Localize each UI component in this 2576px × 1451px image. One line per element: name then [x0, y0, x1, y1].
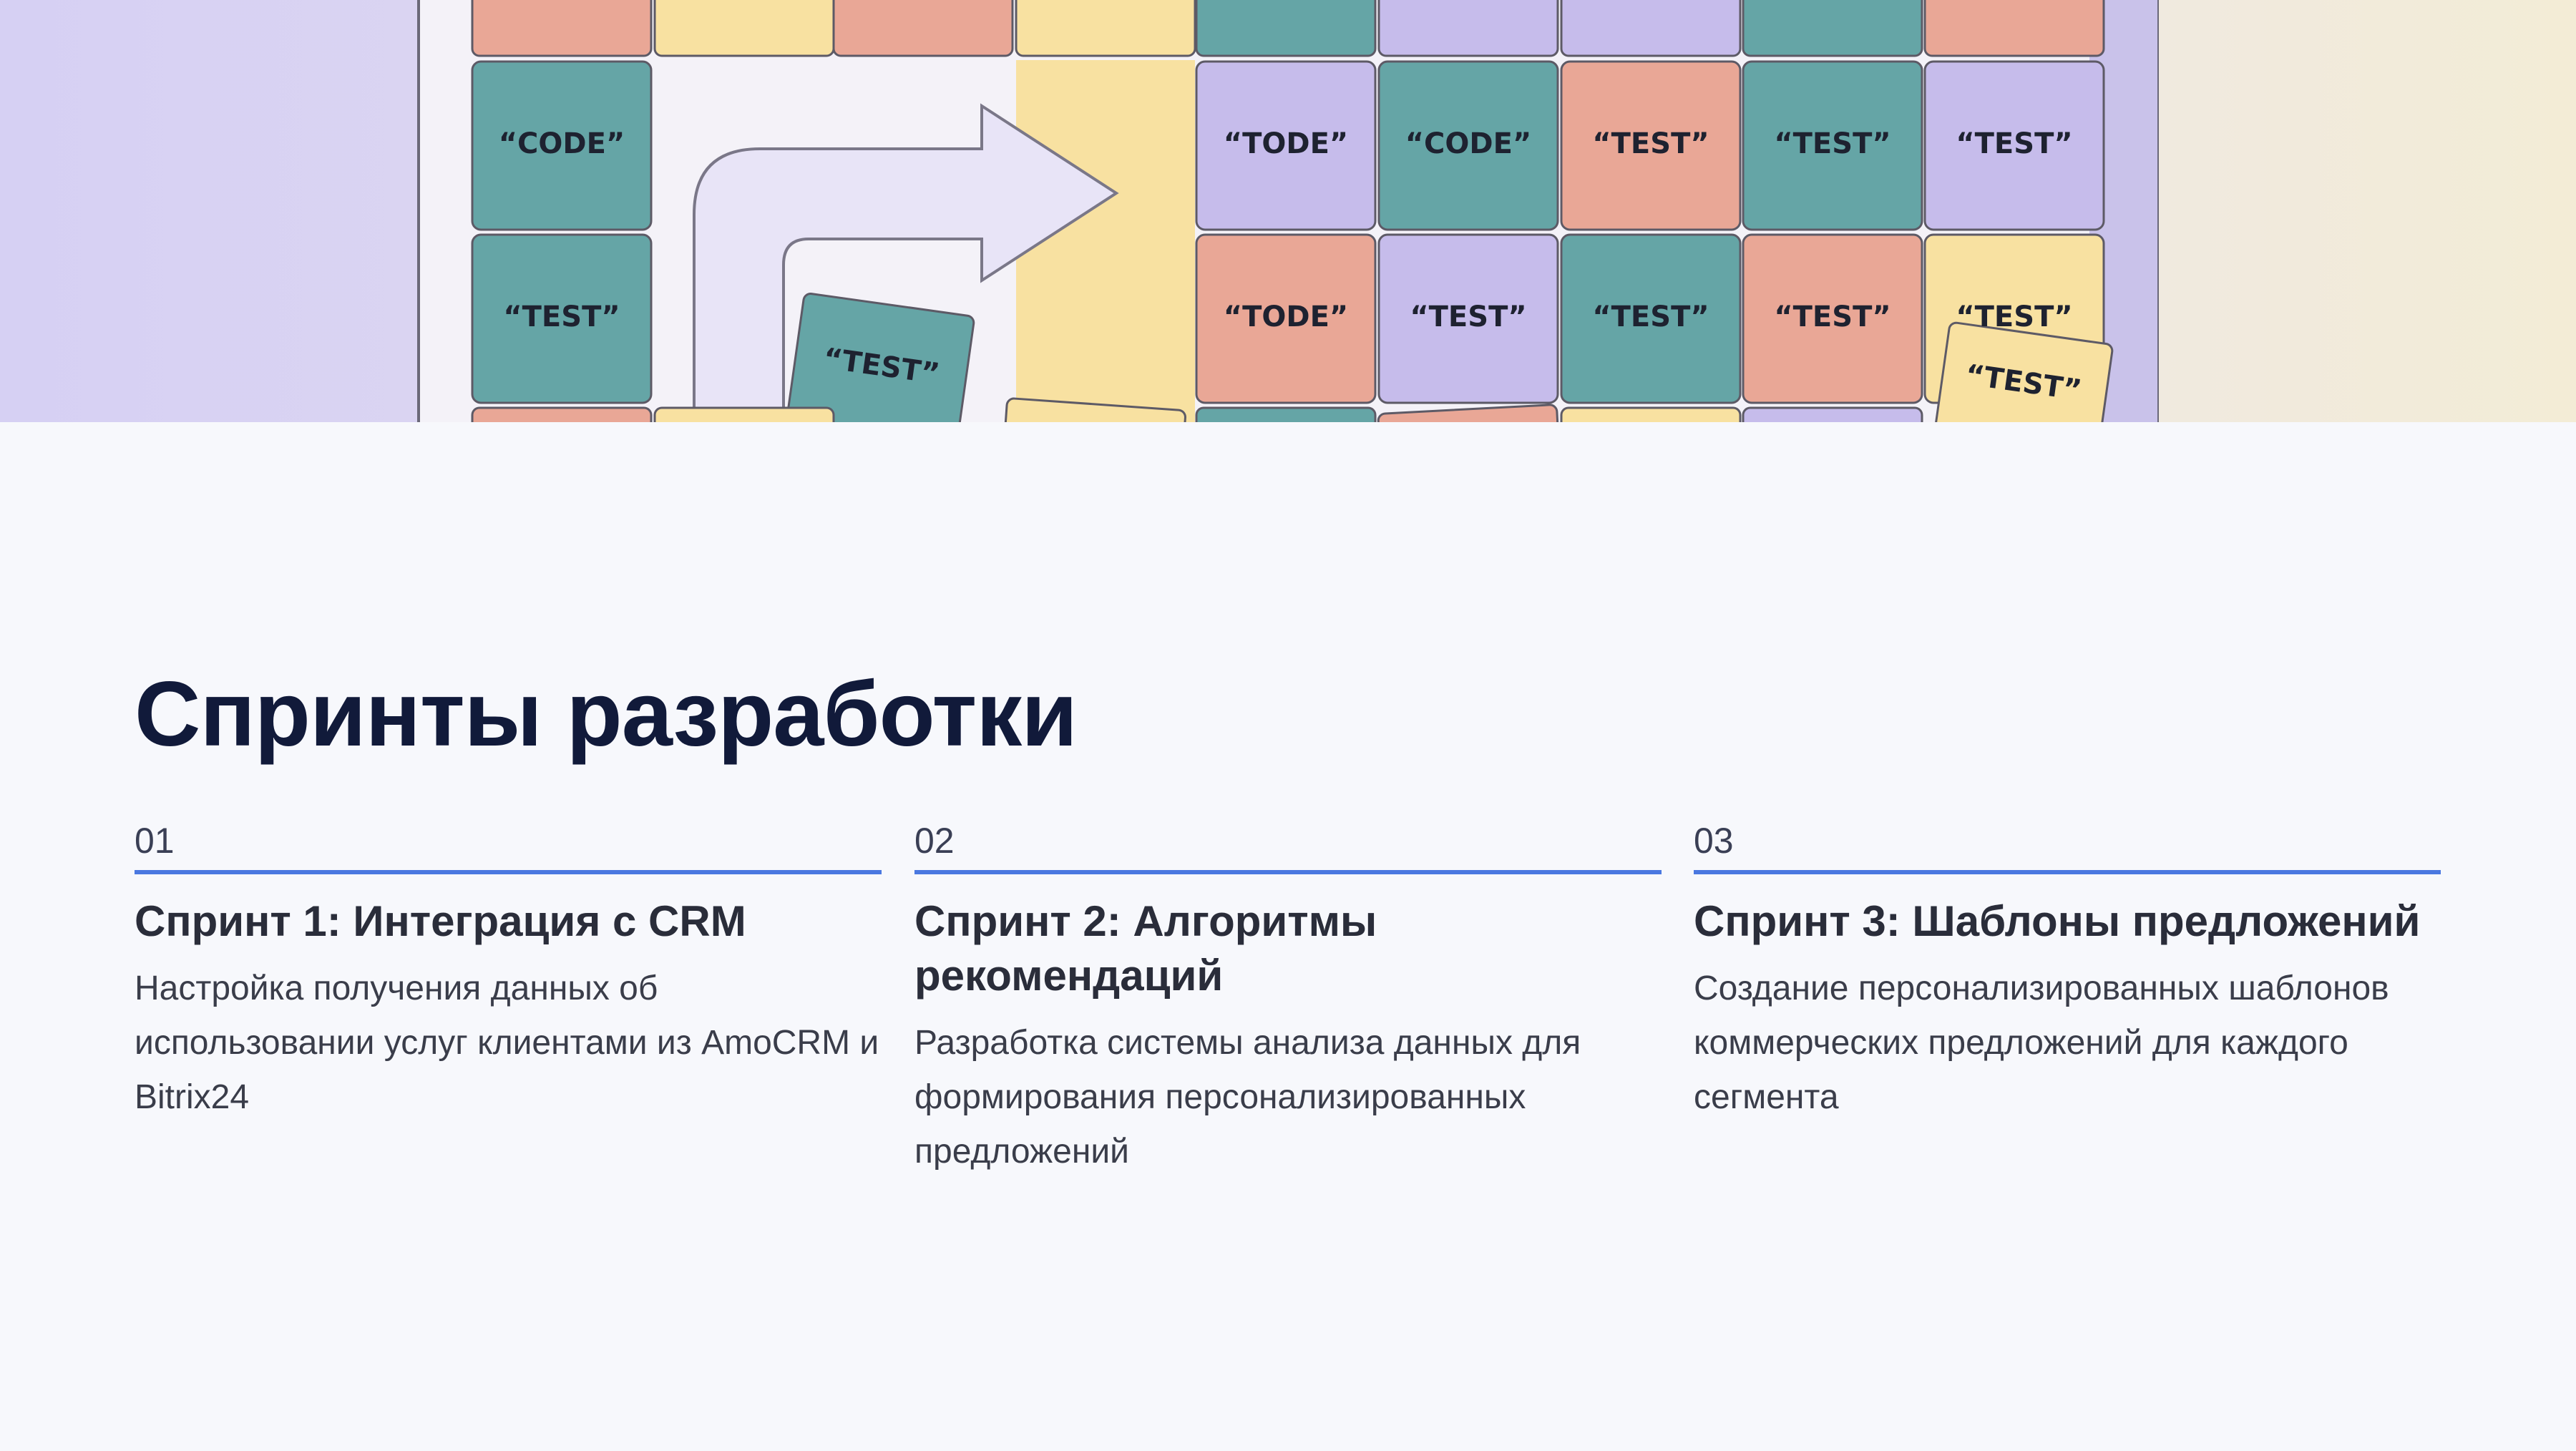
card: [1923, 0, 2105, 57]
sprint-number: 03: [1694, 816, 2441, 874]
sprint-description: Настройка получения данных об использова…: [135, 969, 879, 1116]
sprint-description: Создание персонализированных шаблонов ко…: [1694, 969, 2389, 1116]
sprint-column-3: 03 Спринт 3: Шаблоны предложений Создани…: [1694, 816, 2441, 1125]
page-title: Спринты разработки: [135, 663, 1078, 766]
sprint-number: 02: [914, 816, 1662, 874]
card: [1560, 406, 1742, 422]
card: [471, 406, 653, 422]
card-label: “TEST”: [1956, 127, 2072, 160]
card-label: “TODE”: [1224, 127, 1348, 160]
sprint-title: Спринт 3: Шаблоны предложений: [1694, 897, 2421, 945]
card-label: “TEST”: [1956, 301, 2072, 333]
sprint-title: Спринт 2: Алгоритмы рекомендаций: [914, 897, 1377, 1000]
card: [653, 406, 835, 422]
card-label: “CODE”: [499, 127, 625, 160]
sprint-column-2: 02 Спринт 2: Алгоритмы рекомендаций Разр…: [914, 816, 1662, 1179]
card: [1015, 0, 1196, 57]
sprint-column-1: 01 Спринт 1: Интеграция с CRM Настройка …: [135, 816, 882, 1125]
hero-banner: “CODE” “TEST” “TEST” “TODE” “CODE” “TEST…: [0, 0, 2576, 422]
sprint-title: Спринт 1: Интеграция с CRM: [135, 897, 746, 945]
card-label: “TEST”: [1592, 127, 1709, 160]
kanban-board-illustration: “CODE” “TEST” “TEST” “TODE” “CODE” “TEST…: [417, 0, 2159, 422]
card: [1742, 406, 1923, 422]
card: [1560, 0, 1742, 57]
sprint-number: 01: [135, 816, 882, 874]
card: [653, 0, 835, 57]
card: [832, 0, 1014, 57]
card-label: “TEST”: [1592, 301, 1709, 333]
card: [471, 0, 653, 57]
card-label: “TEST”: [1774, 127, 1890, 160]
sprint-description: Разработка системы анализа данных для фо…: [914, 1024, 1581, 1171]
card: [1195, 406, 1377, 422]
card-label: “TEST”: [503, 301, 620, 333]
card-label: “TEST”: [1774, 301, 1890, 333]
card-label: “TEST”: [1410, 301, 1526, 333]
card: [1195, 0, 1377, 57]
card: [1742, 0, 1923, 57]
card-label: “CODE”: [1405, 127, 1531, 160]
card-label: “TODE”: [1224, 301, 1348, 333]
card: [1377, 0, 1559, 57]
